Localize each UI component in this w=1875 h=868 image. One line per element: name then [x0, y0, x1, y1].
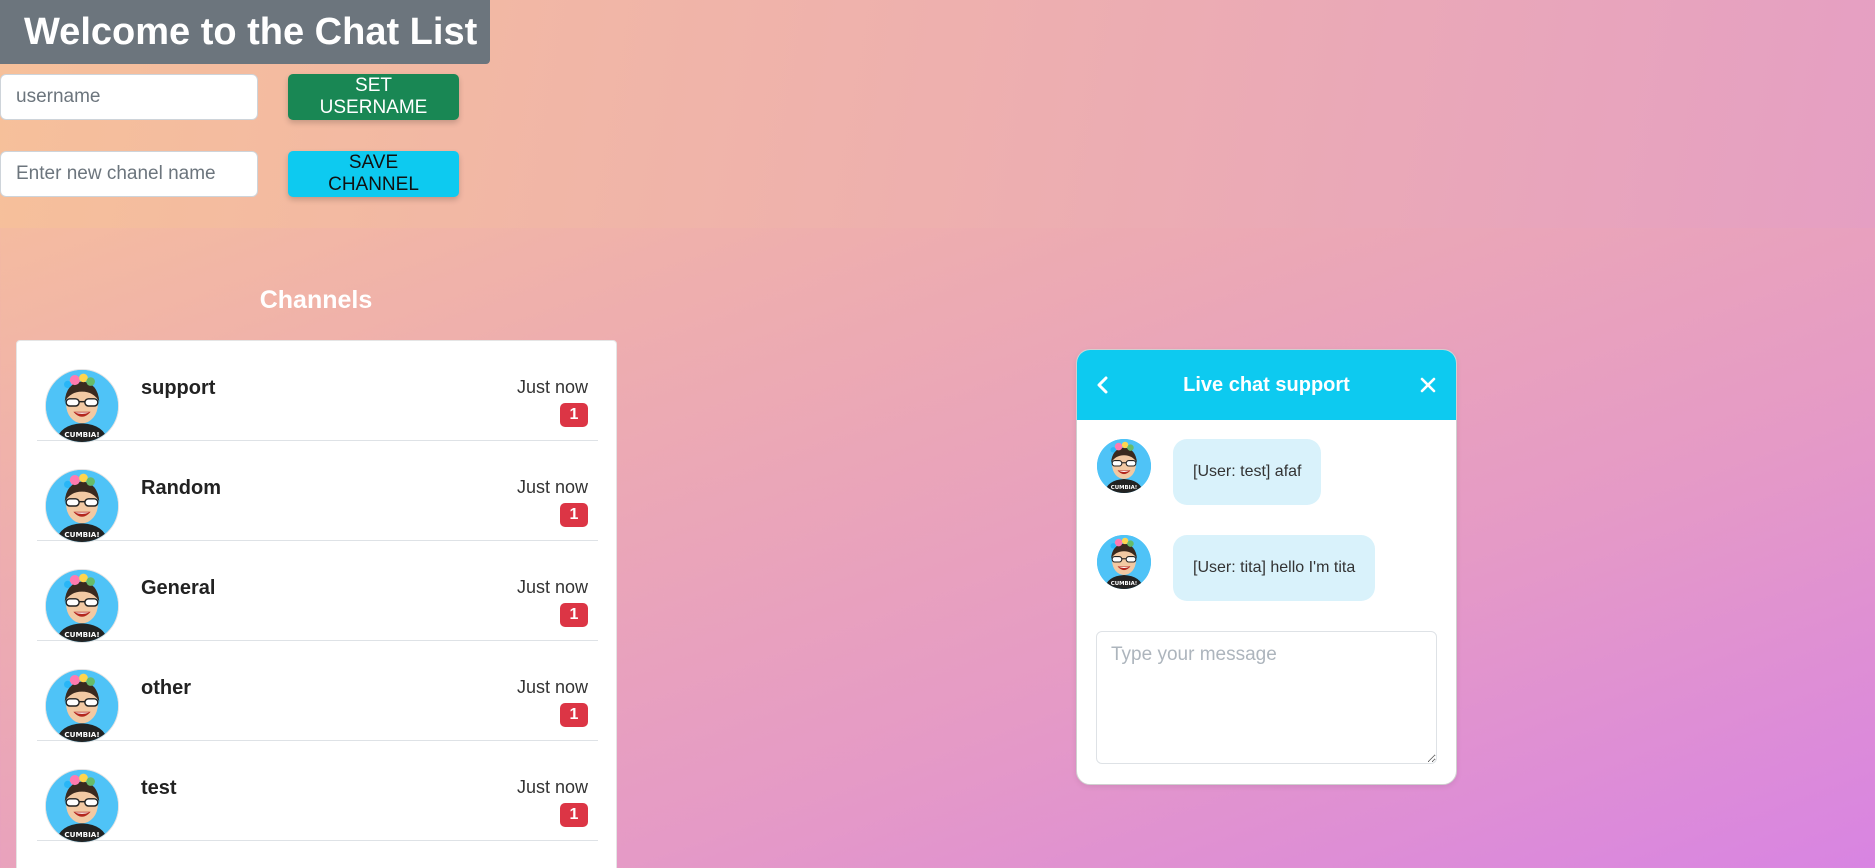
channel-time: Just now — [516, 477, 588, 497]
avatar — [1097, 439, 1151, 493]
set-username-button[interactable]: SET USERNAME — [288, 74, 459, 120]
channel-item-other[interactable]: other Just now 1 — [37, 641, 598, 743]
chat-header: Live chat support — [1077, 350, 1456, 420]
channel-time: Just now — [516, 677, 588, 697]
channel-list: support Just now 1 Random Just now 1 Gen… — [16, 340, 617, 868]
message-bubble: [User: test] afaf — [1173, 439, 1322, 505]
channel-item-test[interactable]: test Just now 1 — [37, 741, 598, 843]
channel-name: General — [141, 577, 216, 599]
avatar — [45, 769, 119, 843]
channel-item-random[interactable]: Random Just now 1 — [37, 441, 598, 543]
channel-time: Just now — [516, 577, 588, 597]
channel-item-support[interactable]: support Just now 1 — [37, 341, 598, 443]
close-icon[interactable] — [1418, 374, 1438, 396]
channel-name: other — [141, 677, 191, 699]
avatar — [1097, 535, 1151, 589]
unread-badge: 1 — [560, 803, 588, 827]
chat-title: Live chat support — [1183, 374, 1350, 396]
channel-name: test — [141, 777, 177, 799]
channel-name: support — [141, 377, 216, 399]
save-channel-button[interactable]: SAVE CHANNEL — [288, 151, 459, 197]
live-chat-widget: Live chat support [User: test] afaf [Use… — [1076, 349, 1457, 785]
unread-badge: 1 — [560, 703, 588, 727]
channels-heading: Channels — [259, 286, 373, 314]
unread-badge: 1 — [560, 503, 588, 527]
channel-time: Just now — [516, 777, 588, 797]
avatar — [45, 669, 119, 743]
username-input[interactable] — [0, 74, 258, 120]
unread-badge: 1 — [560, 603, 588, 627]
message-input[interactable] — [1096, 631, 1437, 764]
avatar — [45, 569, 119, 643]
unread-badge: 1 — [560, 403, 588, 427]
message-bubble: [User: tita] hello I'm tita — [1173, 535, 1376, 601]
channel-name: Random — [141, 477, 221, 499]
channel-name-input[interactable] — [0, 151, 258, 197]
channel-item-general[interactable]: General Just now 1 — [37, 541, 598, 643]
channel-time: Just now — [516, 377, 588, 397]
avatar — [45, 469, 119, 543]
page-title: Welcome to the Chat List — [0, 0, 490, 64]
avatar — [45, 369, 119, 443]
